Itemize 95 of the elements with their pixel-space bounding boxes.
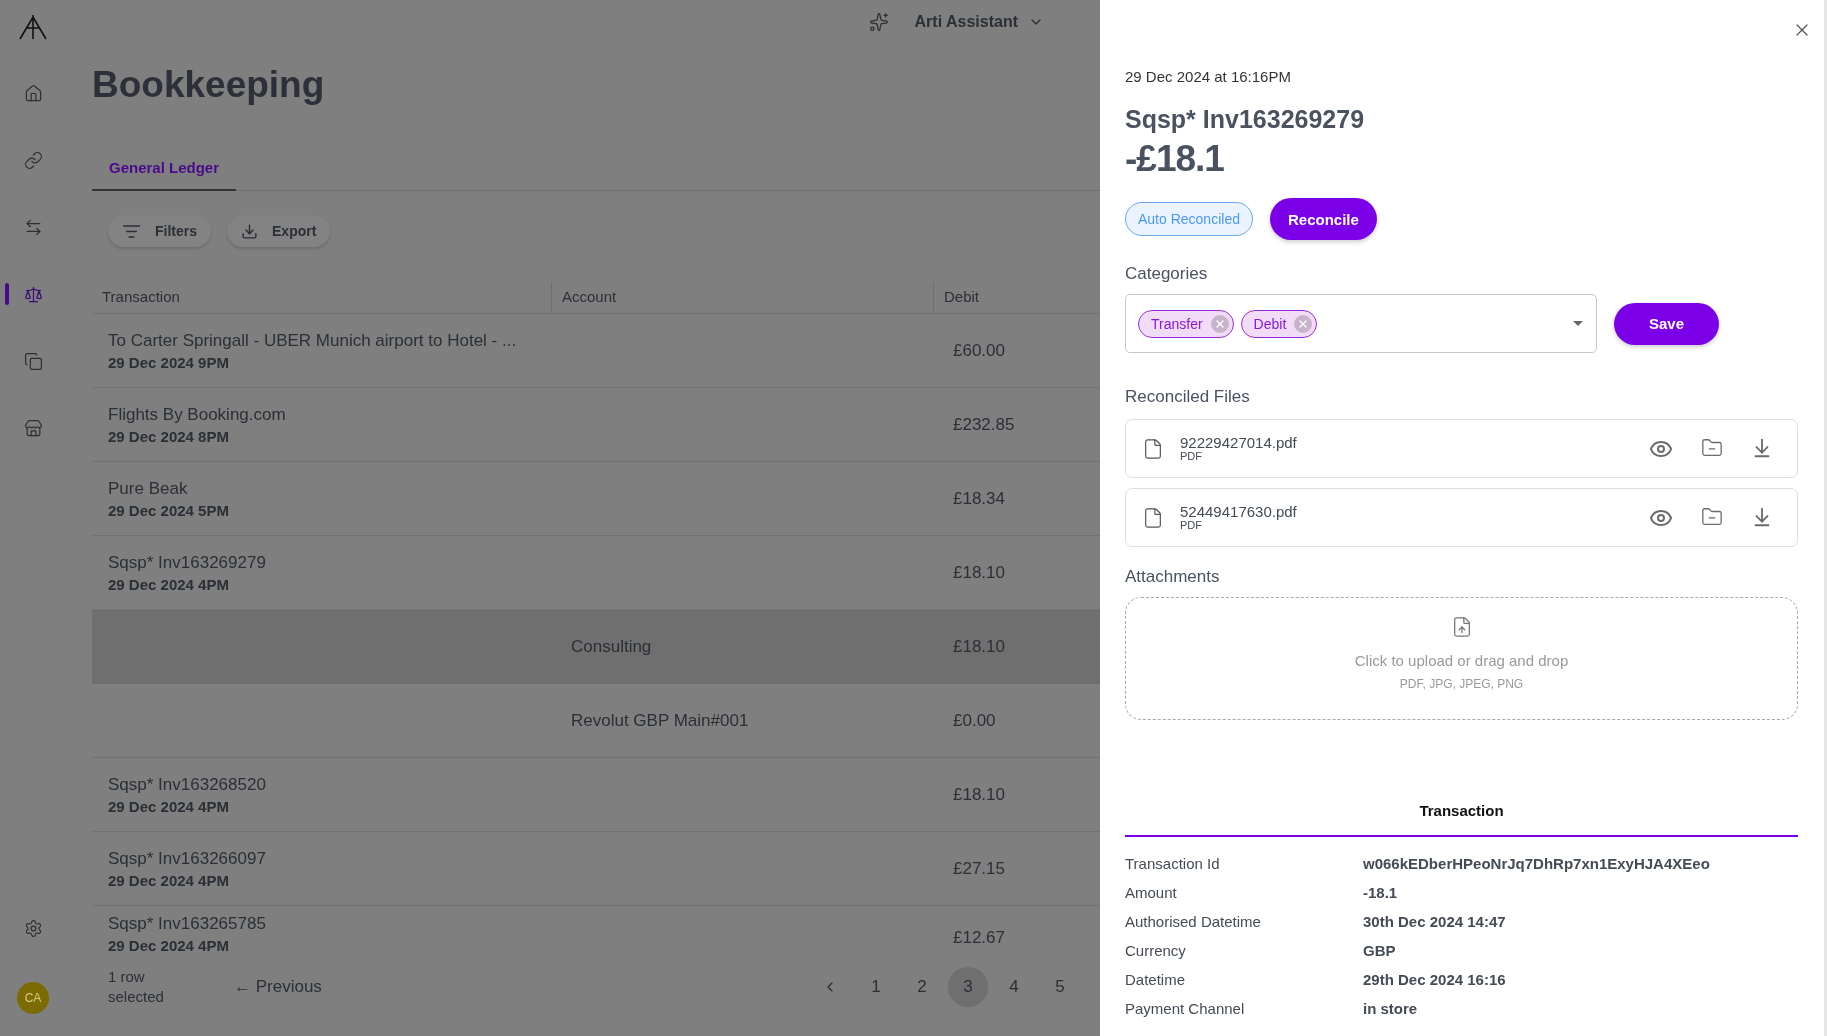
table-row[interactable]: Pure Beak 29 Dec 2024 5PM £18.34 <box>92 462 1100 536</box>
section-label: Categories <box>1125 264 1209 284</box>
transaction-title: Sqsp* Inv163269279 <box>1125 105 1366 134</box>
categories-select[interactable]: Transfer Debit <box>1125 294 1597 353</box>
table-row[interactable]: Sqsp* Inv163266097 29 Dec 2024 4PM £27.15 <box>92 832 1100 906</box>
table-row[interactable]: Sqsp* Inv163268520 29 Dec 2024 4PM £18.10 <box>92 758 1100 832</box>
transaction-name: Flights By Booking.com <box>108 404 287 425</box>
field-value: -18.1 <box>1363 884 1399 901</box>
field-value: 30th Dec 2024 14:47 <box>1363 913 1507 930</box>
copy-icon <box>23 352 43 371</box>
settings-icon <box>23 919 43 938</box>
reconcile-button[interactable]: Reconcile <box>1269 198 1377 240</box>
assistant-dropdown[interactable]: Arti Assistant <box>908 12 1050 32</box>
file-icon <box>1142 506 1164 529</box>
field-label: Currency <box>1125 942 1187 959</box>
store-icon <box>23 419 43 438</box>
status-badge: Auto Reconciled <box>1125 202 1253 236</box>
remove-button[interactable] <box>1210 314 1229 333</box>
transaction-amount: -£18.1 <box>1125 138 1225 180</box>
transaction-name: Pure Beak <box>108 478 189 499</box>
transaction-datetime: 29 Dec 2024 at 16:16PM <box>1125 68 1292 85</box>
transaction-name: To Carter Springall - UBER Munich airport to Hotel - ... <box>108 330 518 351</box>
debit-amount: £12.67 <box>953 928 1006 948</box>
upload-formats: PDF, JPG, JPEG, PNG <box>1399 677 1524 691</box>
category-chip: Transfer <box>1138 309 1234 338</box>
transaction-name: Sqsp* Inv163269279 <box>108 552 267 573</box>
file-type: PDF <box>1180 450 1202 462</box>
field-value: 29th Dec 2024 16:16 <box>1363 971 1507 988</box>
file-icon <box>1142 437 1164 460</box>
transaction-name: Sqsp* Inv163265785 <box>108 914 267 934</box>
folder-icon <box>1701 436 1723 459</box>
previous-button[interactable]: ← Previous <box>228 976 328 998</box>
transaction-name: Sqsp* Inv163266097 <box>108 848 267 869</box>
export-button[interactable]: Export <box>227 215 331 247</box>
field-label: Datetime <box>1125 971 1187 988</box>
page-button[interactable]: 4 <box>994 967 1034 1007</box>
debit-amount: £18.34 <box>953 488 1006 509</box>
page-title: Bookkeeping <box>92 64 326 106</box>
field-value: in store <box>1363 1000 1419 1017</box>
account-name: Revolut GBP Main#001 <box>571 710 750 731</box>
debit-amount: £18.10 <box>953 784 1006 805</box>
debit-amount: £0.00 <box>953 710 997 731</box>
link-icon <box>23 151 43 170</box>
field-label: Authorised Datetime <box>1125 913 1262 930</box>
page-button[interactable]: 5 <box>1040 967 1080 1007</box>
debit-amount: £27.15 <box>953 858 1006 879</box>
page-button[interactable]: 3 <box>948 967 988 1007</box>
column-header: Transaction <box>101 287 181 307</box>
table-row[interactable]: Sqsp* Inv163265785 29 Dec 2024 4PM £12.67 <box>92 906 1100 964</box>
debit-amount: £60.00 <box>953 340 1006 361</box>
section-label: Reconciled Files <box>1125 387 1251 407</box>
transaction-date: 29 Dec 2024 4PM <box>108 871 230 889</box>
table-row[interactable]: To Carter Springall - UBER Munich airport to Hotel - ... 29 Dec 2024 9PM £60.00 <box>92 314 1100 388</box>
transaction-date: 29 Dec 2024 8PM <box>108 427 230 445</box>
debit-amount: £232.85 <box>953 414 1016 435</box>
upload-dropzone[interactable]: Click to upload or drag and drop PDF, JPG, JPEG, PNG <box>1125 597 1798 720</box>
detail-tab[interactable]: Transaction <box>1125 802 1798 835</box>
table-row[interactable]: Consulting £18.10 <box>92 610 1100 684</box>
field-label: Payment Channel <box>1125 1000 1246 1017</box>
caret-icon[interactable] <box>1572 319 1584 328</box>
download-icon <box>241 222 258 240</box>
transaction-date: 29 Dec 2024 9PM <box>108 353 230 371</box>
field-label: Transaction Id <box>1125 855 1221 872</box>
scale-icon <box>23 285 43 304</box>
ledger-tab[interactable]: General Ledger <box>92 159 237 191</box>
table-row[interactable]: Flights By Booking.com 29 Dec 2024 8PM £232.85 <box>92 388 1100 462</box>
field-label: Amount <box>1125 884 1178 901</box>
field-value: w066kEDberHPeoNrJq7DhRp7xn1ExyHJA4XEeo <box>1363 855 1711 872</box>
section-label: Attachments <box>1125 567 1221 587</box>
selection-count: 1 row selected <box>108 967 165 1007</box>
transaction-date: 29 Dec 2024 4PM <box>108 797 230 815</box>
field-value: GBP <box>1363 942 1397 959</box>
remove-button[interactable] <box>1294 314 1313 333</box>
category-chip: Debit <box>1240 309 1318 338</box>
arrows-icon <box>23 218 43 237</box>
user-avatar[interactable]: CA <box>17 982 49 1014</box>
transaction-date: 29 Dec 2024 4PM <box>108 937 230 954</box>
debit-amount: £18.10 <box>953 562 1006 583</box>
page-button[interactable]: 1 <box>856 967 896 1007</box>
home-icon <box>23 84 43 103</box>
file-type: PDF <box>1180 519 1202 531</box>
filters-button[interactable]: Filters <box>108 215 211 247</box>
transaction-date: 29 Dec 2024 5PM <box>108 501 230 519</box>
table-row[interactable]: Revolut GBP Main#001 £0.00 <box>92 684 1100 758</box>
sparkle-icon[interactable] <box>868 12 889 32</box>
save-button[interactable]: Save <box>1614 302 1719 345</box>
transaction-name: Sqsp* Inv163268520 <box>108 774 267 795</box>
column-header: Account <box>551 281 933 312</box>
page-button[interactable]: 2 <box>902 967 942 1007</box>
upload-prompt: Click to upload or drag and drop <box>1354 652 1569 669</box>
debit-amount: £18.10 <box>953 636 1006 657</box>
account-name: Consulting <box>571 636 653 657</box>
folder-icon <box>1701 505 1723 528</box>
transaction-date: 29 Dec 2024 4PM <box>108 575 230 593</box>
logo-icon <box>18 14 48 40</box>
